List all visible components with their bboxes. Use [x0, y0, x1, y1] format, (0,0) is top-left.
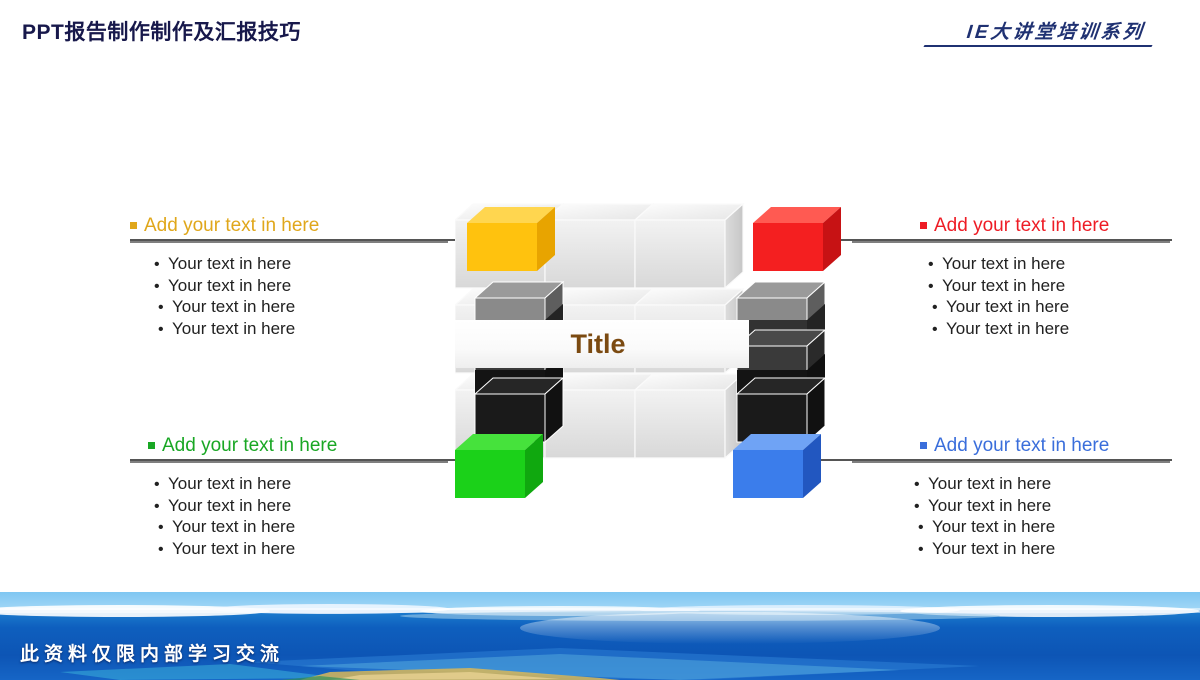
list-item: • Your text in here [154, 297, 450, 319]
bullet-list-top-right: • Your text in here • Your text in here • Y… [852, 254, 1172, 340]
quadrant-top-right: Add your text in here • Your text in here… [852, 216, 1172, 340]
round-bullet-icon: • [158, 540, 164, 558]
corner-cube-green [455, 434, 543, 498]
list-item: • Your text in here [154, 496, 450, 518]
round-bullet-icon: • [154, 277, 160, 295]
list-item: • Your text in here [928, 276, 1172, 298]
slide: PPT报告制作制作及汇报技巧 IE大讲堂培训系列 Add your text i… [0, 0, 1200, 680]
cube-diagram-svg: Title [453, 202, 841, 498]
dark-cube [735, 376, 827, 444]
center-cube [633, 202, 745, 290]
round-bullet-icon: • [914, 497, 920, 515]
list-item: • Your text in here [914, 474, 1172, 496]
list-item: • Your text in here [154, 474, 450, 496]
list-item: • Your text in here [914, 517, 1172, 539]
round-bullet-icon: • [154, 476, 160, 493]
list-item: • Your text in here [928, 254, 1172, 276]
ocean-image [0, 592, 1200, 680]
corner-cube-red [753, 207, 841, 271]
center-title-band: Title [453, 320, 749, 368]
list-item-label: Your text in here [172, 318, 296, 338]
square-bullet-icon [920, 222, 927, 229]
round-bullet-icon: • [928, 277, 934, 295]
center-title-label: Title [570, 329, 625, 359]
brand-logo-text: IE大讲堂培训系列 [965, 22, 1146, 43]
list-item: • Your text in here [914, 496, 1172, 518]
center-cube [633, 372, 745, 460]
list-item-label: Your text in here [168, 495, 292, 515]
round-bullet-icon: • [154, 497, 160, 515]
quadrant-heading-top-left: Add your text in here [130, 216, 450, 235]
list-item-label: Your text in here [942, 275, 1066, 295]
list-item: • Your text in here [154, 319, 450, 341]
heading-text: Add your text in here [162, 435, 338, 456]
right-dark-cube-column [735, 280, 827, 444]
list-item: • Your text in here [928, 319, 1172, 341]
heading-rule [130, 241, 448, 243]
bullet-list-top-left: • Your text in here • Your text in here • Y… [130, 254, 450, 340]
corner-cube-blue [733, 434, 821, 498]
list-item-label: Your text in here [928, 495, 1052, 515]
brand-underline [923, 45, 1153, 47]
list-item: • Your text in here [154, 276, 450, 298]
quadrant-bottom-right: Add your text in here • Your text in here… [852, 436, 1172, 560]
quadrant-heading-top-right: Add your text in here [852, 216, 1172, 235]
round-bullet-icon: • [918, 519, 924, 536]
list-item-label: Your text in here [172, 517, 296, 536]
heading-text: Add your text in here [934, 435, 1110, 456]
list-item-label: Your text in here [932, 517, 1056, 536]
round-bullet-icon: • [928, 256, 934, 273]
heading-rule [130, 461, 448, 463]
quadrant-heading-bottom-left: Add your text in here [130, 436, 450, 455]
page-title: PPT报告制作制作及汇报技巧 [22, 21, 301, 44]
connector-line-top-left [130, 239, 495, 241]
quadrant-bottom-left: Add your text in here • Your text in here… [130, 436, 450, 560]
heading-rule [852, 461, 1170, 463]
list-item-label: Your text in here [928, 474, 1052, 493]
round-bullet-icon: • [914, 476, 920, 493]
list-item-label: Your text in here [168, 474, 292, 493]
list-item: • Your text in here [914, 539, 1172, 561]
list-item-label: Your text in here [168, 275, 292, 295]
list-item: • Your text in here [928, 297, 1172, 319]
connector-line-bottom-left [130, 459, 480, 461]
list-item-label: Your text in here [942, 254, 1066, 273]
dark-cube [473, 376, 565, 444]
round-bullet-icon: • [932, 320, 938, 338]
heading-text: Add your text in here [934, 215, 1110, 236]
bullet-list-bottom-left: • Your text in here • Your text in here • Y… [130, 474, 450, 560]
list-item: • Your text in here [154, 539, 450, 561]
round-bullet-icon: • [158, 519, 164, 536]
square-bullet-icon [920, 442, 927, 449]
list-item: • Your text in here [154, 517, 450, 539]
square-bullet-icon [148, 442, 155, 449]
round-bullet-icon: • [932, 299, 938, 316]
heading-text: Add your text in here [144, 215, 320, 236]
list-item-label: Your text in here [172, 538, 296, 558]
round-bullet-icon: • [154, 256, 160, 273]
corner-cube-yellow [467, 207, 555, 271]
list-item: • Your text in here [154, 254, 450, 276]
list-item-label: Your text in here [172, 297, 296, 316]
list-item-label: Your text in here [932, 538, 1056, 558]
footer-notice: 此资料仅限内部学习交流 [20, 644, 285, 665]
list-item-label: Your text in here [946, 297, 1070, 316]
round-bullet-icon: • [918, 540, 924, 558]
round-bullet-icon: • [158, 299, 164, 316]
footer-ocean-banner: 此资料仅限内部学习交流 [0, 592, 1200, 680]
heading-rule [852, 241, 1170, 243]
quadrant-heading-bottom-right: Add your text in here [852, 436, 1172, 455]
round-bullet-icon: • [158, 320, 164, 338]
quadrant-top-left: Add your text in here • Your text in here… [130, 216, 450, 340]
bullet-list-bottom-right: • Your text in here • Your text in here • Y… [852, 474, 1172, 560]
list-item-label: Your text in here [946, 318, 1070, 338]
cube-diagram: Title [453, 200, 855, 500]
list-item-label: Your text in here [168, 254, 292, 273]
square-bullet-icon [130, 222, 137, 229]
